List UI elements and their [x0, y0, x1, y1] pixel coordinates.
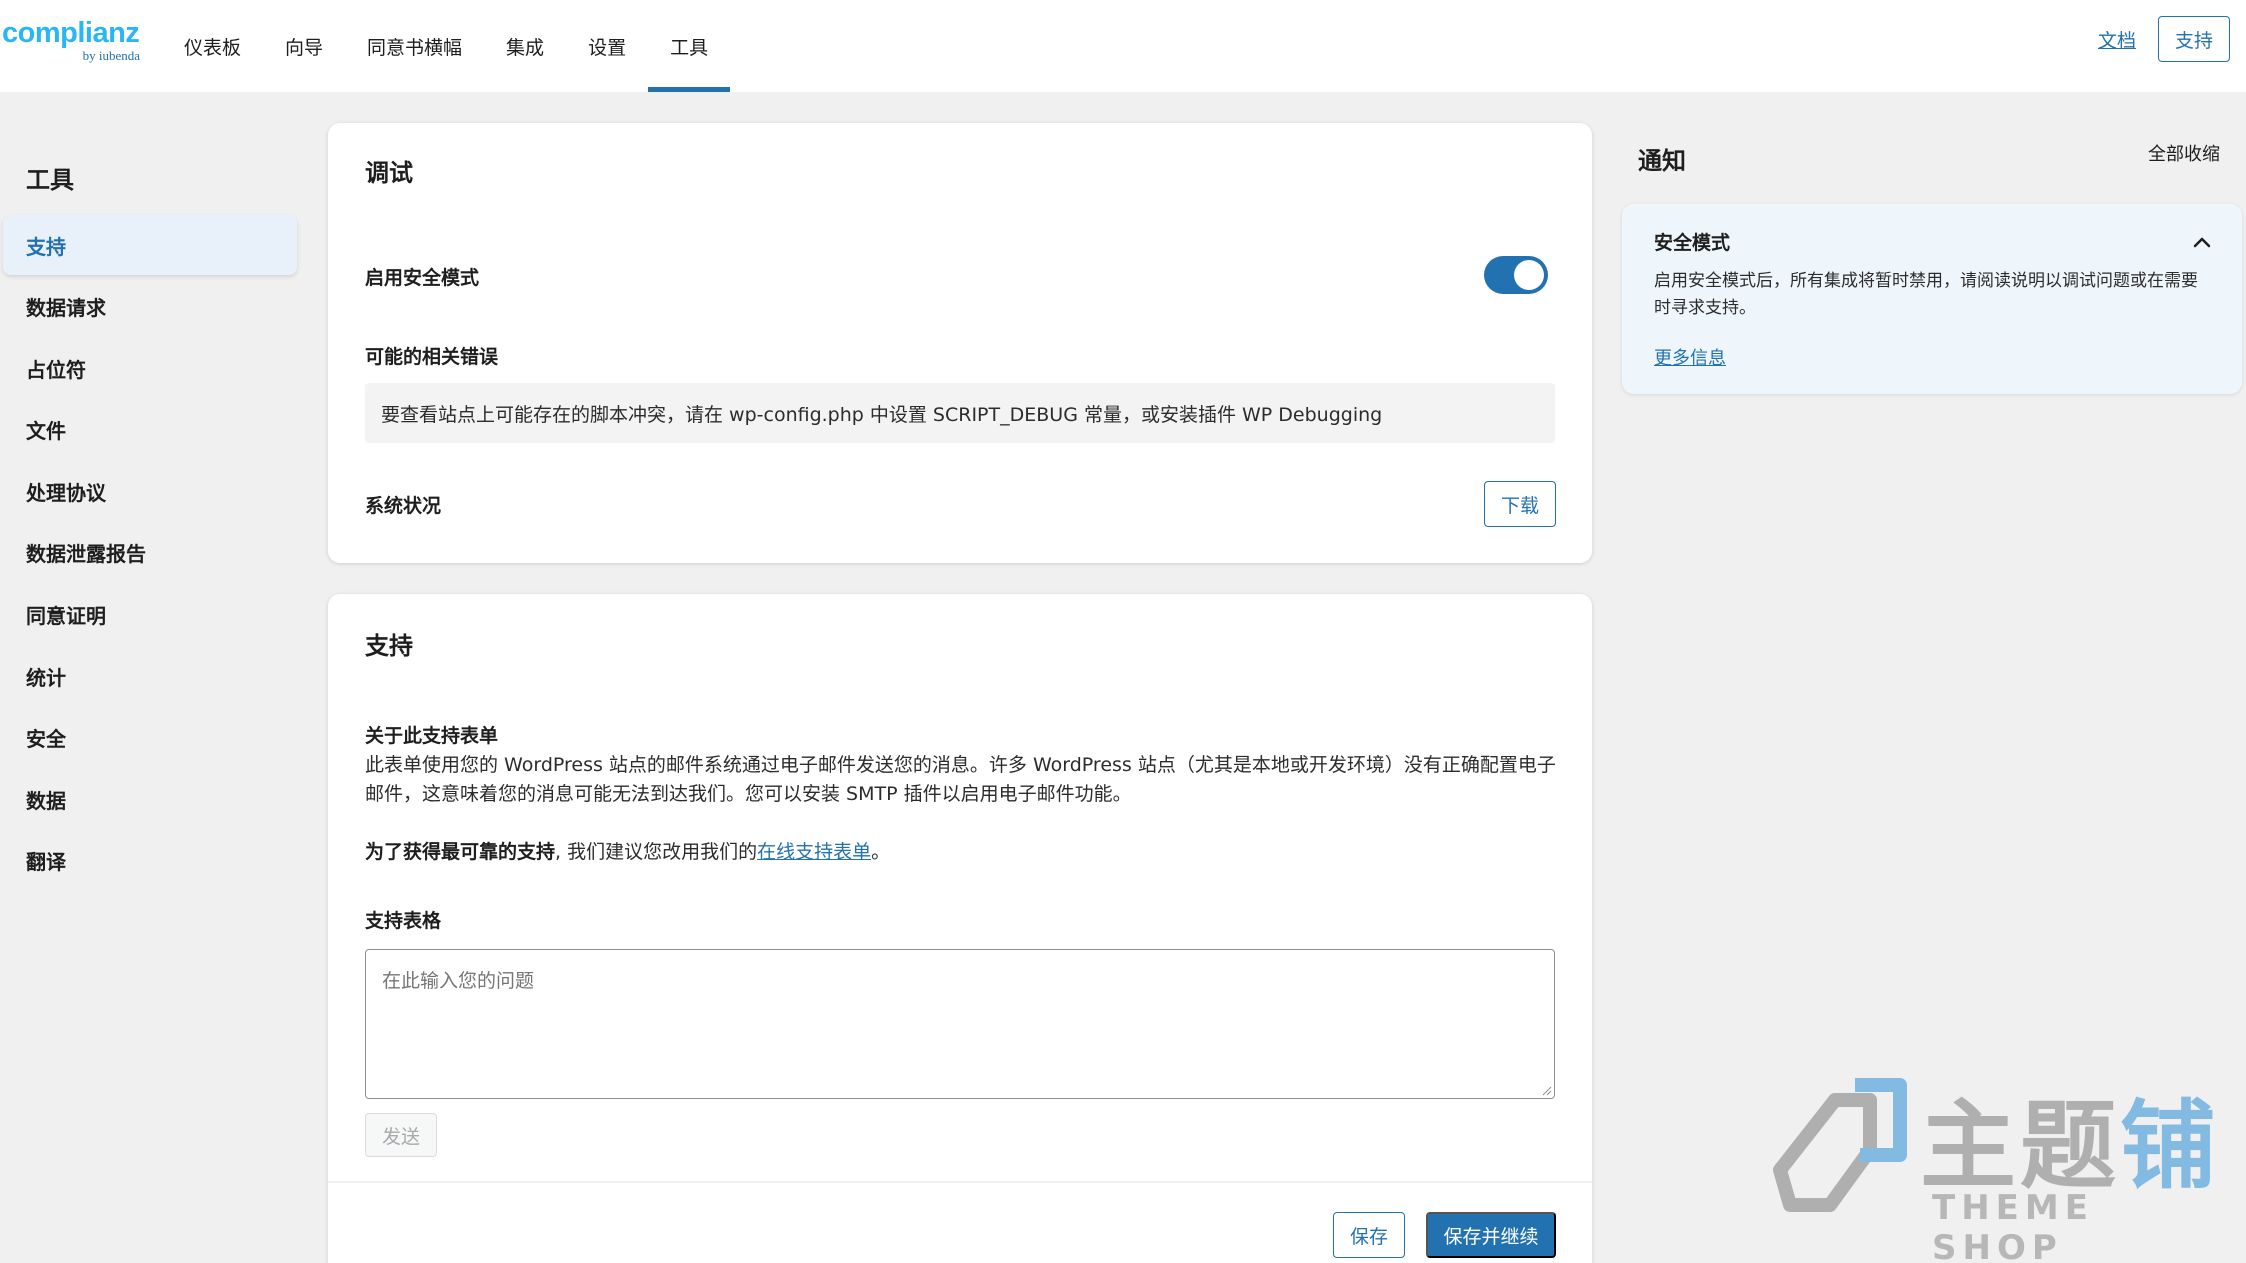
logo-subtext: by iubenda: [82, 48, 140, 63]
collapse-all-link[interactable]: 全部收缩: [2148, 140, 2220, 166]
support-question-textarea[interactable]: [365, 949, 1555, 1099]
sidebar-menu: 支持 数据请求 占位符 文件 处理协议 数据泄露报告 同意证明 统计 安全 数据…: [3, 215, 297, 893]
sidebar-item-processing-agreements[interactable]: 处理协议: [3, 461, 297, 521]
sidebar-item-placeholders[interactable]: 占位符: [3, 338, 297, 398]
sidebar-item-documents[interactable]: 文件: [3, 400, 297, 460]
related-errors-text: 要查看站点上可能存在的脚本冲突，请在 wp-config.php 中设置 SCR…: [381, 403, 1383, 426]
support-button[interactable]: 支持: [2157, 16, 2230, 62]
card-footer-divider: [328, 1181, 1592, 1183]
support-card-title: 支持: [365, 632, 413, 660]
sidebar-title: 工具: [26, 166, 74, 194]
nav-tools[interactable]: 工具: [648, 0, 731, 92]
recommendation-end: 。: [871, 841, 891, 863]
header-actions: 文档 支持: [2098, 16, 2230, 62]
sidebar-item-data-breach-reports[interactable]: 数据泄露报告: [3, 523, 297, 583]
sidebar-item-statistics[interactable]: 统计: [3, 646, 297, 706]
debug-card-title: 调试: [365, 159, 413, 187]
watermark-gray-text: 主题: [1920, 1090, 2120, 1202]
recommendation-bold: 为了获得最可靠的支持: [365, 841, 556, 863]
nav-consent-banner[interactable]: 同意书横幅: [345, 0, 484, 92]
nav-wizard[interactable]: 向导: [263, 0, 345, 92]
chevron-up-icon[interactable]: [2190, 230, 2214, 254]
watermark-chinese: 主题铺: [1920, 1068, 2220, 1207]
related-errors-label: 可能的相关错误: [365, 346, 499, 368]
top-bar: complianz by iubenda 仪表板 向导 同意书横幅 集成 设置 …: [0, 0, 2246, 92]
theme-shop-watermark: 主题铺 THEME SHOP: [1760, 1060, 2230, 1263]
sidebar-item-security[interactable]: 安全: [3, 708, 297, 768]
notifications-title: 通知: [1638, 147, 1686, 175]
nav-dashboard[interactable]: 仪表板: [162, 0, 263, 92]
online-support-form-link[interactable]: 在线支持表单: [757, 841, 871, 863]
documentation-link[interactable]: 文档: [2098, 26, 2136, 53]
recommendation-body: , 我们建议您改用我们的: [555, 841, 758, 863]
download-button[interactable]: 下载: [1484, 481, 1556, 527]
save-and-continue-button[interactable]: 保存并继续: [1426, 1212, 1556, 1258]
complianz-logo[interactable]: complianz by iubenda: [2, 16, 142, 63]
logo-text: complianz: [2, 17, 140, 49]
watermark-blue-text: 铺: [2120, 1090, 2220, 1202]
safe-mode-label: 启用安全模式: [365, 267, 480, 289]
about-support-form-text: 此表单使用您的 WordPress 站点的邮件系统通过电子邮件发送您的消息。许多…: [365, 754, 1556, 805]
support-card: 支持 关于此支持表单 此表单使用您的 WordPress 站点的邮件系统通过电子…: [328, 594, 1592, 1263]
nav-settings[interactable]: 设置: [566, 0, 648, 92]
about-support-form: 关于此支持表单 此表单使用您的 WordPress 站点的邮件系统通过电子邮件发…: [365, 722, 1560, 809]
system-status-label: 系统状况: [365, 495, 442, 517]
notification-text: 启用安全模式后，所有集成将暂时禁用，请阅读说明以调试问题或在需要时寻求支持。: [1654, 271, 2198, 318]
support-form-label: 支持表格: [365, 910, 442, 932]
related-errors-notice: 要查看站点上可能存在的脚本冲突，请在 wp-config.php 中设置 SCR…: [365, 383, 1555, 443]
sidebar-item-data[interactable]: 数据: [3, 769, 297, 829]
main-nav: 仪表板 向导 同意书横幅 集成 设置 工具: [162, 0, 731, 92]
watermark-english: THEME SHOP: [1932, 1188, 2094, 1263]
send-button[interactable]: 发送: [365, 1113, 437, 1157]
resize-grip-icon[interactable]: [1542, 1086, 1552, 1096]
notification-title: 安全模式: [1654, 232, 1731, 254]
save-button[interactable]: 保存: [1333, 1212, 1405, 1258]
safe-mode-toggle[interactable]: [1484, 256, 1548, 294]
nav-integrations[interactable]: 集成: [484, 0, 566, 92]
more-info-link[interactable]: 更多信息: [1654, 344, 1726, 370]
recommendation-text: 为了获得最可靠的支持, 我们建议您改用我们的在线支持表单。: [365, 837, 890, 864]
sidebar-item-support[interactable]: 支持: [3, 215, 297, 275]
sidebar-item-data-requests[interactable]: 数据请求: [3, 277, 297, 337]
watermark-logo-icon: [1773, 1078, 1907, 1212]
notification-safe-mode: 安全模式 启用安全模式后，所有集成将暂时禁用，请阅读说明以调试问题或在需要时寻求…: [1622, 204, 2242, 394]
toggle-knob: [1514, 260, 1544, 290]
debug-card: 调试 启用安全模式 可能的相关错误 要查看站点上可能存在的脚本冲突，请在 wp-…: [328, 123, 1592, 563]
sidebar-item-translations[interactable]: 翻译: [3, 831, 297, 891]
sidebar-item-proof-of-consent[interactable]: 同意证明: [3, 585, 297, 645]
about-support-form-title: 关于此支持表单: [365, 725, 499, 747]
